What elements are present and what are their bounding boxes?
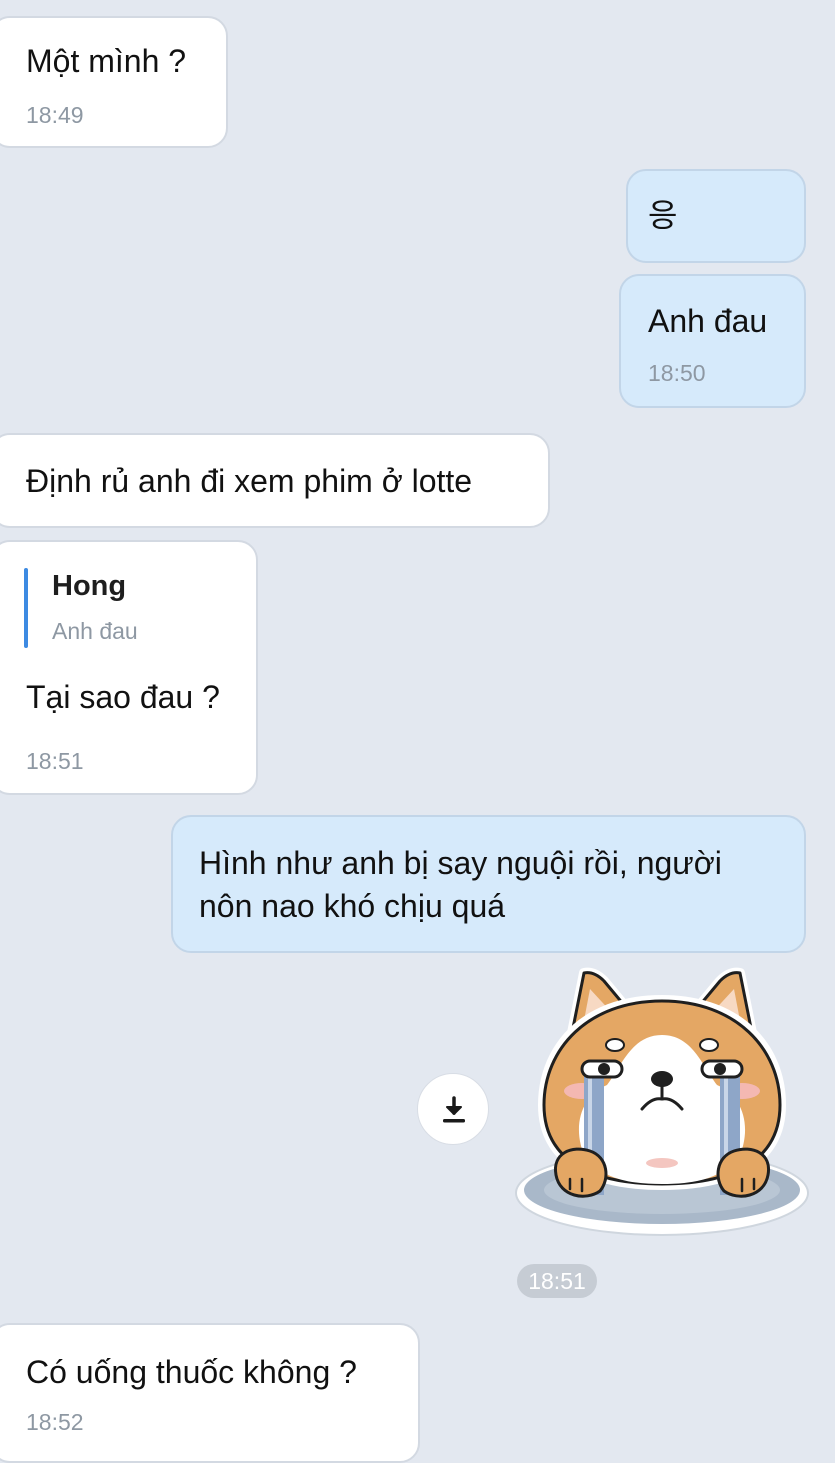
crying-shiba-sticker[interactable] bbox=[512, 965, 812, 1250]
message-text: 응 bbox=[648, 197, 678, 233]
incoming-message-bubble[interactable]: Một mình ? 18:49 bbox=[0, 16, 228, 148]
outgoing-message-bubble[interactable]: Hình như anh bị say nguội rồi, người nôn… bbox=[171, 815, 806, 953]
incoming-message-bubble[interactable]: Có uống thuốc không ? 18:52 bbox=[0, 1323, 420, 1463]
sticker-timestamp: 18:51 bbox=[517, 1264, 597, 1298]
download-button[interactable] bbox=[417, 1073, 489, 1145]
message-timestamp: 18:52 bbox=[26, 1409, 84, 1435]
message-timestamp: 18:49 bbox=[26, 102, 84, 128]
download-icon bbox=[443, 1096, 465, 1123]
outgoing-message-bubble[interactable]: Anh đau 18:50 bbox=[619, 274, 806, 408]
message-timestamp: 18:51 bbox=[26, 748, 84, 774]
incoming-reply-bubble[interactable]: Hong Anh đau Tại sao đau ? 18:51 bbox=[0, 540, 258, 795]
message-text: Tại sao đau ? bbox=[26, 679, 220, 715]
message-text: Có uống thuốc không ? bbox=[26, 1354, 357, 1390]
message-text-line: nôn nao khó chịu quá bbox=[199, 888, 506, 924]
message-text: Một mình ? bbox=[26, 43, 187, 79]
sticker-image bbox=[515, 967, 809, 1236]
quoted-message-text: Anh đau bbox=[52, 618, 138, 644]
message-text-line: Hình như anh bị say nguội rồi, người bbox=[199, 845, 722, 881]
quoted-sender-name: Hong bbox=[52, 570, 127, 602]
message-timestamp: 18:50 bbox=[648, 360, 706, 386]
outgoing-message-bubble[interactable]: 응 bbox=[626, 169, 806, 263]
quote-accent-bar bbox=[24, 568, 28, 648]
incoming-message-bubble[interactable]: Định rủ anh đi xem phim ở lotte bbox=[0, 433, 550, 528]
message-text: Định rủ anh đi xem phim ở lotte bbox=[26, 463, 473, 499]
message-text: Anh đau bbox=[648, 303, 768, 339]
